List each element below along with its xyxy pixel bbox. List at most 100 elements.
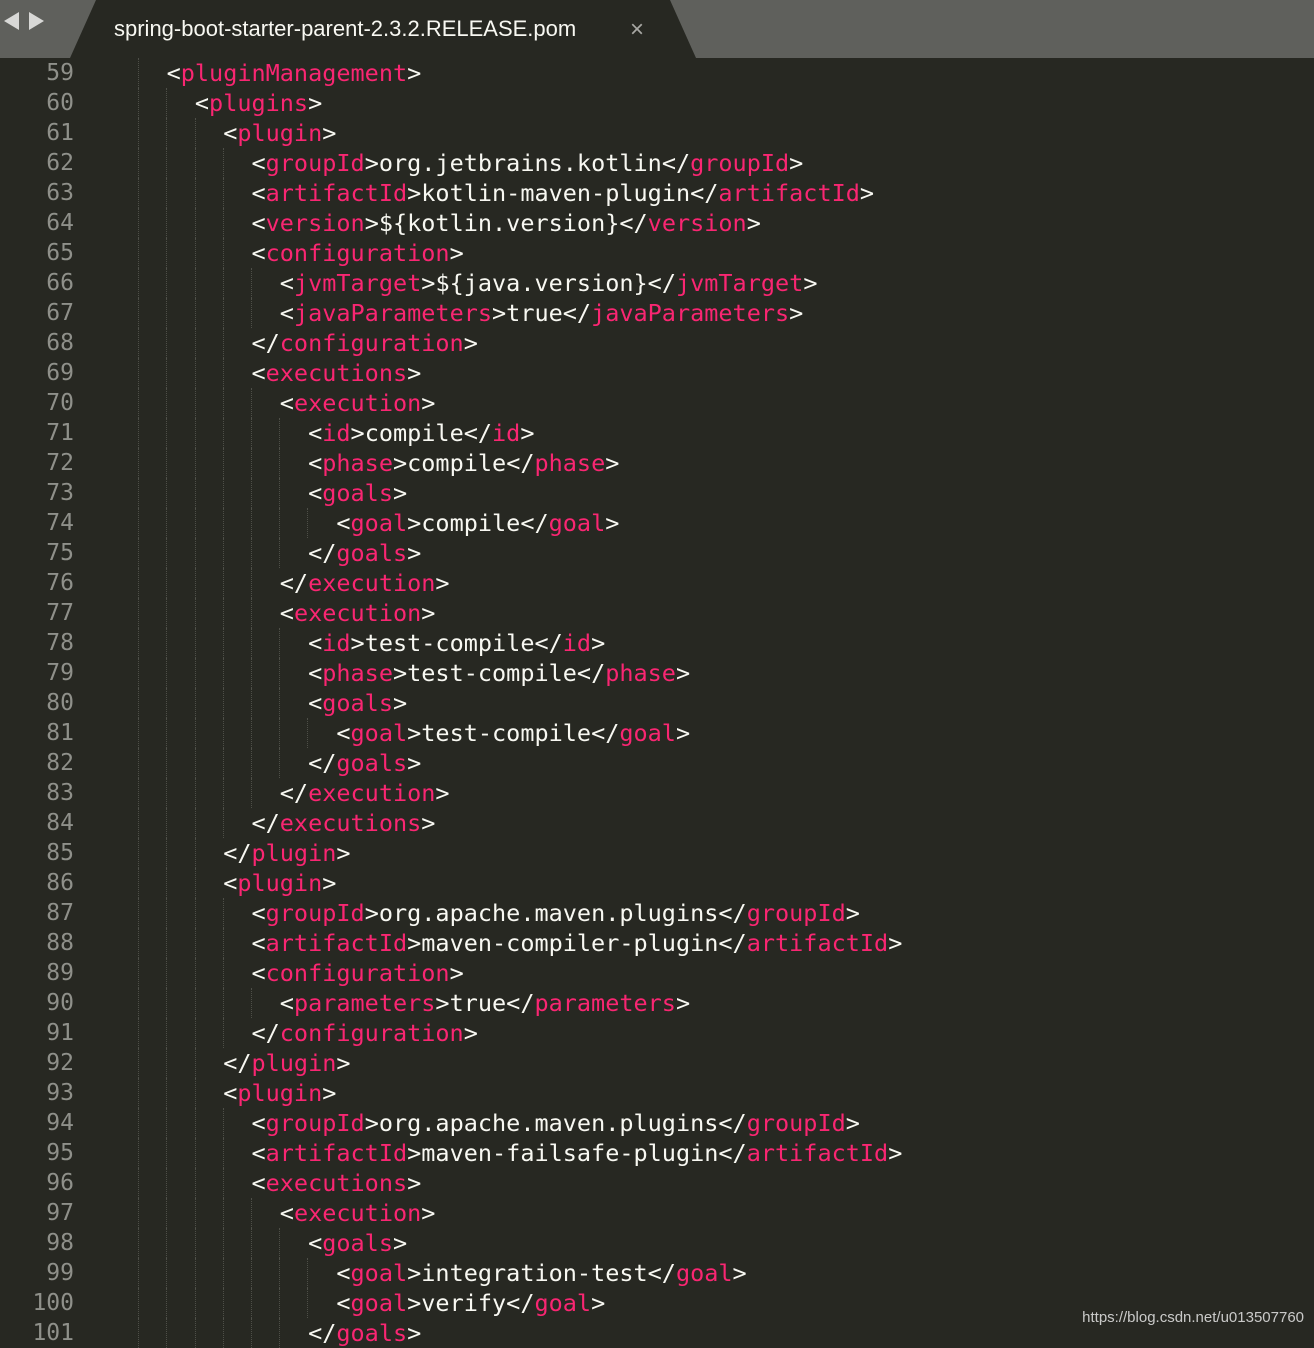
code-line[interactable]: <goals> — [110, 478, 902, 508]
tag-bracket: > — [322, 119, 337, 147]
tag-name: configuration — [265, 959, 450, 987]
code-line[interactable]: <artifactId>maven-failsafe-plugin</artif… — [110, 1138, 902, 1168]
line-number: 94 — [46, 1110, 74, 1136]
code-line[interactable]: </configuration> — [110, 1018, 902, 1048]
code-line[interactable]: <plugin> — [110, 868, 902, 898]
indent-guide — [194, 808, 196, 838]
indent-guide — [222, 538, 224, 568]
tag-bracket: < — [279, 269, 294, 297]
indent-guide — [166, 808, 168, 838]
line-number: 98 — [46, 1230, 74, 1256]
tag-bracket: > — [675, 719, 691, 747]
indent-guide — [194, 1138, 196, 1168]
tag-bracket: > — [308, 89, 323, 117]
tag-bracket: < — [308, 1229, 323, 1257]
indent-guide — [194, 1078, 196, 1108]
code-line[interactable]: <groupId>org.jetbrains.kotlin</groupId> — [110, 148, 902, 178]
close-tab-icon[interactable]: × — [630, 16, 644, 44]
code-area[interactable]: <pluginManagement> <plugins> <plugin> <g… — [110, 58, 902, 1348]
indent-guide — [166, 118, 168, 148]
code-line[interactable]: </goals> — [110, 538, 902, 568]
indentation — [110, 959, 251, 987]
tag-bracket: </ — [619, 209, 648, 237]
indent-guide — [194, 838, 196, 868]
code-line[interactable]: </goals> — [110, 748, 902, 778]
code-line[interactable]: <pluginManagement> — [110, 58, 902, 88]
code-line[interactable]: <jvmTarget>${java.version}</jvmTarget> — [110, 268, 902, 298]
indent-guide — [279, 748, 281, 778]
code-line[interactable]: <id>test-compile</id> — [110, 628, 902, 658]
code-line[interactable]: </execution> — [110, 778, 902, 808]
tag-name: goals — [322, 1229, 393, 1257]
code-line[interactable]: <goals> — [110, 688, 902, 718]
code-line[interactable]: <configuration> — [110, 238, 902, 268]
indent-guide — [194, 508, 196, 538]
indent-guide — [166, 1048, 168, 1078]
code-line[interactable]: <groupId>org.apache.maven.plugins</group… — [110, 898, 902, 928]
indent-guide — [222, 598, 224, 628]
indent-guide — [222, 658, 224, 688]
tag-bracket: < — [166, 59, 181, 87]
tag-bracket: </ — [506, 1289, 535, 1317]
code-line[interactable]: </executions> — [110, 808, 902, 838]
code-line[interactable]: </execution> — [110, 568, 902, 598]
code-line[interactable]: <artifactId>kotlin-maven-plugin</artifac… — [110, 178, 902, 208]
indent-guide — [222, 1168, 224, 1198]
code-line[interactable]: <executions> — [110, 358, 902, 388]
code-line[interactable]: <plugin> — [110, 1078, 902, 1108]
code-line[interactable]: <plugin> — [110, 118, 902, 148]
tag-bracket: > — [435, 989, 450, 1017]
code-line[interactable]: <execution> — [110, 388, 902, 418]
active-file-tab[interactable]: spring-boot-starter-parent-2.3.2.RELEASE… — [70, 0, 696, 58]
previous-tab-arrow-icon[interactable] — [4, 12, 19, 30]
indent-guide — [194, 1228, 196, 1258]
tag-bracket: < — [251, 959, 266, 987]
tag-bracket: < — [336, 1289, 351, 1317]
code-line[interactable]: <javaParameters>true</javaParameters> — [110, 298, 902, 328]
code-line[interactable]: <goal>verify</goal> — [110, 1288, 902, 1318]
tag-bracket: > — [421, 809, 436, 837]
indentation — [110, 179, 251, 207]
tag-bracket: > — [407, 509, 422, 537]
code-line[interactable]: <phase>test-compile</phase> — [110, 658, 902, 688]
tag-bracket: > — [803, 269, 818, 297]
element-text: verify — [421, 1289, 507, 1317]
code-line[interactable]: <execution> — [110, 598, 902, 628]
tag-bracket: > — [675, 989, 691, 1017]
line-number: 86 — [46, 870, 74, 896]
code-line[interactable]: <goals> — [110, 1228, 902, 1258]
code-line[interactable]: <groupId>org.apache.maven.plugins</group… — [110, 1108, 902, 1138]
indent-guide — [138, 598, 140, 628]
code-line[interactable]: <goal>test-compile</goal> — [110, 718, 902, 748]
code-line[interactable]: </goals> — [110, 1318, 902, 1348]
code-line[interactable]: <execution> — [110, 1198, 902, 1228]
code-line[interactable]: </plugin> — [110, 1048, 902, 1078]
indent-guide — [222, 988, 224, 1018]
indent-guide — [251, 1318, 252, 1348]
indent-guide — [194, 1258, 196, 1288]
code-line[interactable]: <configuration> — [110, 958, 902, 988]
indentation — [110, 1139, 251, 1167]
indent-guide — [138, 568, 140, 598]
code-line[interactable]: <executions> — [110, 1168, 902, 1198]
code-line[interactable]: <plugins> — [110, 88, 902, 118]
code-line[interactable]: <id>compile</id> — [110, 418, 902, 448]
code-line[interactable]: <phase>compile</phase> — [110, 448, 902, 478]
line-number: 71 — [46, 420, 74, 446]
code-line[interactable]: <version>${kotlin.version}</version> — [110, 208, 902, 238]
code-line[interactable]: <artifactId>maven-compiler-plugin</artif… — [110, 928, 902, 958]
tag-bracket: < — [251, 929, 266, 957]
line-number: 90 — [46, 990, 74, 1016]
code-line[interactable]: <goal>integration-test</goal> — [110, 1258, 902, 1288]
tag-name: goals — [336, 749, 408, 777]
indent-guide — [166, 1318, 168, 1348]
code-line[interactable]: <parameters>true</parameters> — [110, 988, 902, 1018]
code-line[interactable]: </configuration> — [110, 328, 902, 358]
code-line[interactable]: <goal>compile</goal> — [110, 508, 902, 538]
next-tab-arrow-icon[interactable] — [29, 12, 44, 30]
indent-guide — [194, 148, 196, 178]
code-line[interactable]: </plugin> — [110, 838, 902, 868]
indent-guide — [138, 148, 140, 178]
code-editor[interactable]: 59 60 61 62 63 64 65 66 67 68 69 70 71 72 73 74 75 76 77 78… — [0, 58, 1314, 1348]
tag-bracket: > — [364, 149, 379, 177]
